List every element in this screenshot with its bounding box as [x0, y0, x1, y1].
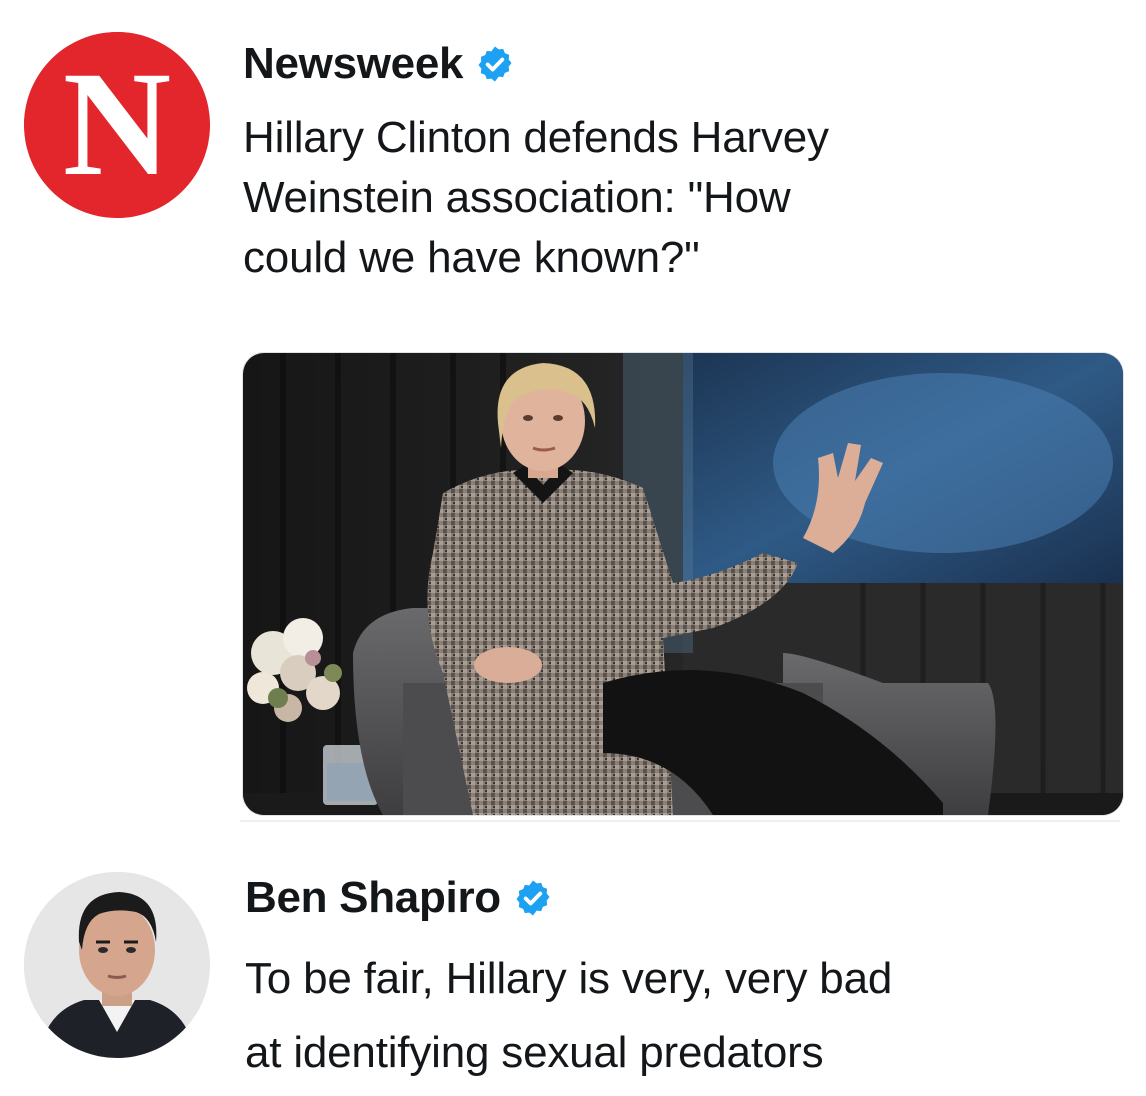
reply-text-line: To be fair, Hillary is very, very bad [245, 954, 893, 1003]
author-name[interactable]: Ben Shapiro [245, 873, 501, 923]
ben-shapiro-avatar[interactable] [24, 872, 210, 1058]
newsweek-logo-letter: N [63, 41, 171, 207]
author-name[interactable]: Newsweek [243, 39, 463, 89]
man-portrait-avatar-icon [24, 872, 210, 1058]
newsweek-name-row: Newsweek [243, 38, 515, 90]
verified-badge-icon [516, 880, 550, 916]
newsweek-logo-icon: N [24, 32, 210, 218]
woman-in-armchair-photo [243, 353, 1123, 815]
tweet-photo[interactable] [242, 352, 1124, 816]
reply-text: To be fair, Hillary is very, very bad at… [245, 942, 892, 1090]
tweet-text-line: Weinstein association: "How [243, 173, 791, 222]
tweet-text-line: Hillary Clinton defends Harvey [243, 113, 829, 162]
newsweek-tweet: N Newsweek Hillary Clinton defends Harve… [0, 0, 1146, 830]
newsweek-avatar[interactable]: N [24, 32, 210, 218]
tweet-text: Hillary Clinton defends Harvey Weinstein… [243, 108, 829, 288]
tweet-divider [240, 820, 1120, 822]
tweet-text-line: could we have known?" [243, 233, 700, 282]
reply-tweet: Ben Shapiro To be fair, Hillary is very,… [0, 830, 1146, 1096]
reply-text-line: at identifying sexual predators [245, 1028, 824, 1077]
reply-name-row: Ben Shapiro [245, 872, 553, 924]
verified-badge-icon [478, 46, 512, 82]
